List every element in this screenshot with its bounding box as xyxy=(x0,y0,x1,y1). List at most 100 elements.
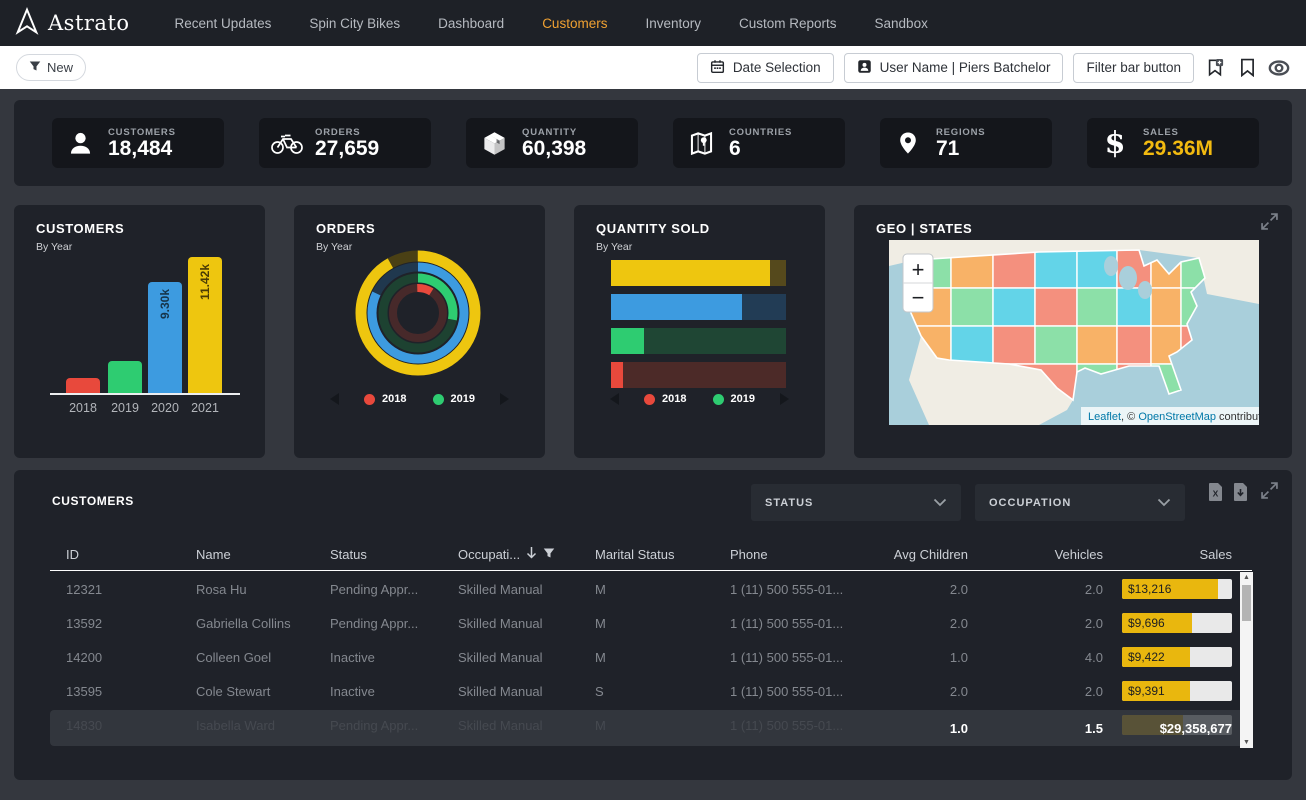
geo-expand-icon[interactable] xyxy=(1261,213,1278,235)
cell-sales: $9,391 xyxy=(1103,681,1232,701)
column-header-marital-status[interactable]: Marital Status xyxy=(595,547,730,562)
kpi-panel: CUSTOMERS18,484ORDERS27,659QUANTITY60,39… xyxy=(14,100,1292,186)
kpi-card-sales: $SALES29.36M xyxy=(1087,118,1259,168)
column-header-name[interactable]: Name xyxy=(196,547,330,562)
column-filter-icon[interactable] xyxy=(543,547,555,562)
column-header-vehicles[interactable]: Vehicles xyxy=(968,547,1103,562)
cell-id: 13592 xyxy=(66,616,196,631)
column-header-occupati-[interactable]: Occupati... xyxy=(458,546,595,562)
kpi-label: ORDERS xyxy=(315,127,379,138)
legend-next-arrow[interactable] xyxy=(780,393,789,405)
nav-item-recent-updates[interactable]: Recent Updates xyxy=(165,16,282,31)
brand: Astrato xyxy=(14,6,130,41)
nav-item-customers[interactable]: Customers xyxy=(532,16,617,31)
bar-2021: 11.42k xyxy=(188,257,222,393)
cell-avg-children: 2.0 xyxy=(868,616,968,631)
occupation-filter-label: OCCUPATION xyxy=(989,497,1071,509)
nav-item-custom-reports[interactable]: Custom Reports xyxy=(729,16,847,31)
user-name-button[interactable]: User Name | Piers Batchelor xyxy=(844,53,1064,83)
legend-item-2018[interactable]: 2018 xyxy=(364,393,406,405)
table-row-14200[interactable]: 14200Colleen GoelInactiveSkilled ManualM… xyxy=(50,640,1252,674)
customers-table-panel: CUSTOMERS STATUS OCCUPATION X ID NameStat… xyxy=(14,470,1292,780)
table-row-13592[interactable]: 13592Gabriella CollinsPending Appr...Ski… xyxy=(50,606,1252,640)
column-header-status[interactable]: Status xyxy=(330,547,458,562)
kpi-card-quantity: QUANTITY60,398 xyxy=(466,118,638,168)
sales-bar: $9,391 xyxy=(1122,681,1232,701)
cell-marital-status: S xyxy=(595,684,730,699)
table-row-12321[interactable]: 12321Rosa HuPending Appr...Skilled Manua… xyxy=(50,572,1252,606)
bicycle-icon xyxy=(259,132,315,155)
kpi-label: REGIONS xyxy=(936,127,985,138)
sales-value: $9,422 xyxy=(1128,650,1165,664)
new-filter-pill[interactable]: New xyxy=(16,54,86,81)
funnel-icon xyxy=(29,60,41,75)
scroll-up-arrow[interactable]: ▲ xyxy=(1240,572,1253,583)
sales-value: $9,391 xyxy=(1128,684,1165,698)
nav-item-sandbox[interactable]: Sandbox xyxy=(865,16,938,31)
leaflet-map[interactable]: + − Leaflet, © OpenStreetMap contributor… xyxy=(889,240,1259,425)
table-title: CUSTOMERS xyxy=(52,494,134,508)
cell-status: Inactive xyxy=(330,650,458,665)
legend-item-2019[interactable]: 2019 xyxy=(713,393,755,405)
orders-chart-panel: ORDERS By Year 20182019 xyxy=(294,205,545,458)
kpi-label: COUNTRIES xyxy=(729,127,792,138)
filter-bar-label: Filter bar button xyxy=(1086,60,1181,75)
column-header-label: Phone xyxy=(730,547,768,562)
quantity-chart-subtitle: By Year xyxy=(596,241,632,253)
column-header-sales[interactable]: Sales xyxy=(1103,547,1232,562)
column-header-label: Occupati... xyxy=(458,547,520,562)
map-attribution: Leaflet, © OpenStreetMap contributors xyxy=(1081,407,1259,425)
eye-icon[interactable] xyxy=(1268,57,1290,79)
export-file-icon[interactable] xyxy=(1233,483,1248,506)
legend-item-2018[interactable]: 2018 xyxy=(644,393,686,405)
kpi-card-regions: REGIONS71 xyxy=(880,118,1052,168)
top-navbar: Astrato Recent Updates Spin City Bikes Das… xyxy=(0,0,1306,46)
legend-prev-arrow[interactable] xyxy=(330,393,339,405)
cell-occupation: Skilled Manual xyxy=(458,582,595,597)
legend-label: 2019 xyxy=(451,393,475,405)
table-totals-row: 1.01.5$29,358,677 xyxy=(50,710,1252,746)
date-selection-button[interactable]: Date Selection xyxy=(697,53,834,83)
bookmark-icon[interactable] xyxy=(1236,57,1258,79)
column-header-label: Sales xyxy=(1199,547,1232,562)
column-header-label: Vehicles xyxy=(1055,547,1103,562)
column-header-label: Marital Status xyxy=(595,547,674,562)
kpi-value: 27,659 xyxy=(315,138,379,160)
status-filter-dropdown[interactable]: STATUS xyxy=(751,484,961,521)
table-expand-icon[interactable] xyxy=(1261,482,1278,504)
column-header-label: ID xyxy=(66,547,79,562)
kpi-value: 18,484 xyxy=(108,138,176,160)
legend-dot xyxy=(713,394,724,405)
nav-item-spin-city-bikes[interactable]: Spin City Bikes xyxy=(299,16,410,31)
cell-name: Colleen Goel xyxy=(196,650,330,665)
nav-item-dashboard[interactable]: Dashboard xyxy=(428,16,514,31)
column-header-avg-children[interactable]: Avg Children xyxy=(868,547,968,562)
legend-item-2019[interactable]: 2019 xyxy=(433,393,475,405)
legend-next-arrow[interactable] xyxy=(500,393,509,405)
column-header-id[interactable]: ID xyxy=(66,547,196,562)
export-excel-icon[interactable]: X xyxy=(1208,483,1223,506)
column-header-phone[interactable]: Phone xyxy=(730,547,868,562)
column-header-label: Status xyxy=(330,547,367,562)
kpi-card-countries: COUNTRIES6 xyxy=(673,118,845,168)
dollar-icon: $ xyxy=(1087,126,1143,161)
x-axis-label: 2020 xyxy=(145,401,185,415)
bookmark-add-icon[interactable] xyxy=(1204,57,1226,79)
occupation-filter-dropdown[interactable]: OCCUPATION xyxy=(975,484,1185,521)
hbar-fill xyxy=(611,294,742,320)
kpi-value: 60,398 xyxy=(522,138,586,160)
table-row-13595[interactable]: 13595Cole StewartInactiveSkilled ManualS… xyxy=(50,674,1252,708)
sales-bar: $9,422 xyxy=(1122,647,1232,667)
filter-bar-button[interactable]: Filter bar button xyxy=(1073,53,1194,83)
sort-desc-icon[interactable] xyxy=(526,546,537,562)
kpi-card-orders: ORDERS27,659 xyxy=(259,118,431,168)
sales-bar: $13,216 xyxy=(1122,579,1232,599)
hbar-2021 xyxy=(611,260,786,286)
table-scrollbar[interactable]: ▲ ▼ xyxy=(1240,572,1253,748)
scroll-down-arrow[interactable]: ▼ xyxy=(1240,737,1253,748)
legend-prev-arrow[interactable] xyxy=(610,393,619,405)
scrollbar-thumb[interactable] xyxy=(1242,585,1251,621)
nav-item-inventory[interactable]: Inventory xyxy=(635,16,711,31)
hbar-2020 xyxy=(611,294,786,320)
date-selection-label: Date Selection xyxy=(733,60,821,75)
